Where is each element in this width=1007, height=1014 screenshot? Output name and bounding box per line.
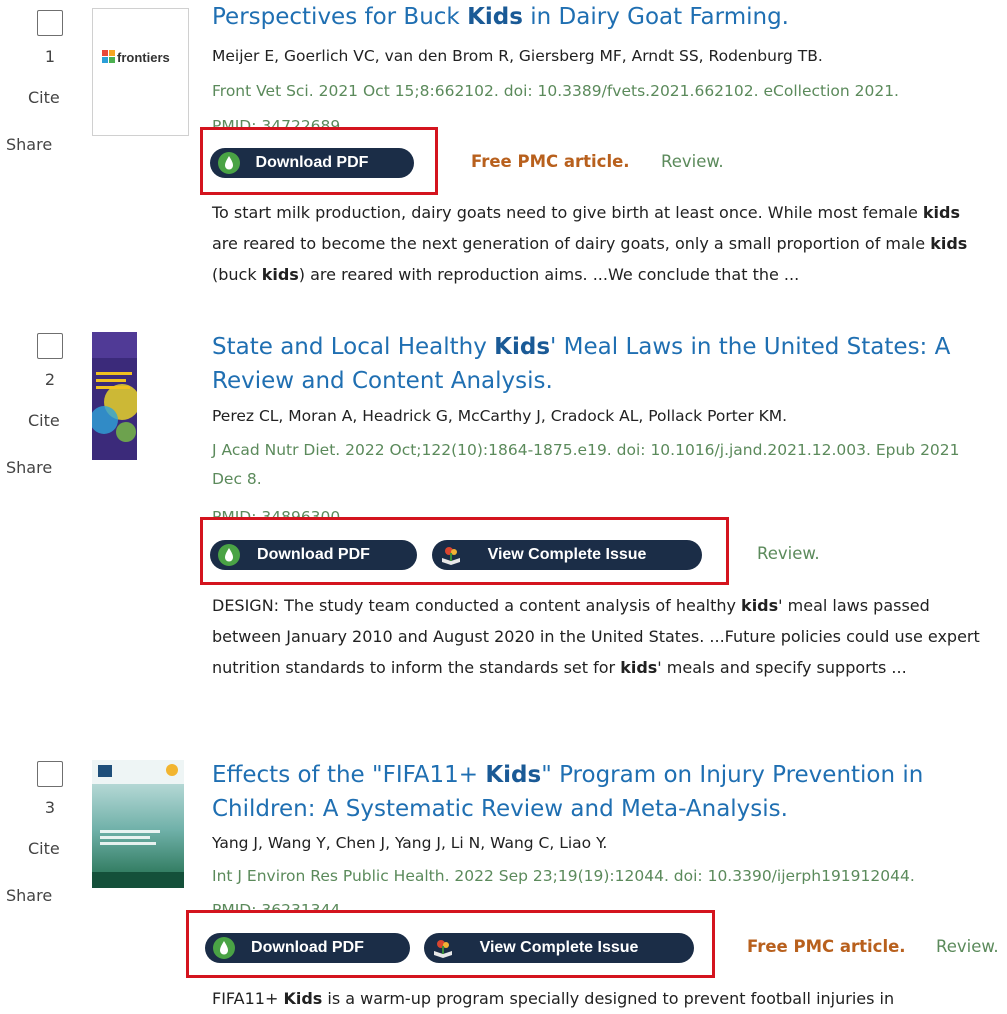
free-pmc-link[interactable]: Free PMC article. (471, 152, 630, 171)
abstract-snippet: To start milk production, dairy goats ne… (212, 203, 968, 284)
journal-cover-image (92, 760, 184, 888)
button-label: View Complete Issue (487, 546, 647, 563)
article-thumbnail[interactable] (92, 760, 184, 888)
authors: Yang J, Wang Y, Chen J, Yang J, Li N, Wa… (212, 834, 608, 852)
title-text: in Dairy Goat Farming. (522, 4, 789, 30)
view-complete-issue-button[interactable]: View Complete Issue (424, 933, 694, 963)
button-label: Download PDF (257, 546, 370, 563)
share-button[interactable]: Share (6, 458, 52, 477)
button-label: Download PDF (251, 939, 364, 956)
abstract-snippet: FIFA11+ Kids is a warm-up program specia… (212, 989, 895, 1008)
cite-button[interactable]: Cite (28, 411, 60, 430)
title-text: Effects of the "FIFA11+ (212, 762, 486, 788)
pmid: PMID: 34722689 (212, 117, 341, 127)
article-thumbnail[interactable] (92, 332, 137, 460)
free-pmc-link[interactable]: Free PMC article. (747, 937, 906, 956)
title-text: Perspectives for Buck (212, 4, 468, 30)
frontiers-logo-text: frontiers (117, 50, 170, 65)
abstract-snippet: DESIGN: The study team conducted a conte… (212, 596, 980, 677)
download-pdf-button[interactable]: Download PDF (205, 933, 410, 963)
cite-button[interactable]: Cite (28, 839, 60, 858)
drop-icon (218, 152, 240, 174)
article-title-link[interactable]: State and Local Healthy Kids' Meal Laws … (212, 330, 1001, 398)
download-pdf-button[interactable]: Download PDF (210, 148, 414, 178)
citation: Int J Environ Res Public Health. 2022 Se… (212, 867, 915, 885)
citation: Front Vet Sci. 2021 Oct 15;8:662102. doi… (212, 82, 899, 100)
authors: Perez CL, Moran A, Headrick G, McCarthy … (212, 407, 788, 425)
open-book-icon (434, 940, 452, 958)
share-button[interactable]: Share (6, 886, 52, 905)
result-number: 3 (44, 798, 56, 817)
journal-cover-image (92, 332, 137, 460)
authors: Meijer E, Goerlich VC, van den Brom R, G… (212, 47, 823, 65)
select-checkbox[interactable] (37, 333, 63, 359)
title-keyword: Kids (467, 4, 523, 30)
open-book-icon (442, 547, 460, 565)
review-badge: Review. (757, 544, 820, 563)
title-keyword: Kids (494, 334, 551, 360)
select-checkbox[interactable] (37, 10, 63, 36)
drop-icon (218, 544, 240, 566)
title-text: State and Local Healthy (212, 334, 495, 360)
citation: J Acad Nutr Diet. 2022 Oct;122(10):1864-… (212, 441, 960, 488)
review-badge: Review. (661, 152, 724, 171)
view-complete-issue-button[interactable]: View Complete Issue (432, 540, 702, 570)
result-number: 2 (44, 370, 56, 389)
button-label: View Complete Issue (479, 939, 639, 956)
frontiers-logo: frontiers (102, 50, 170, 65)
share-button[interactable]: Share (6, 135, 52, 154)
article-thumbnail[interactable]: frontiers (92, 8, 189, 136)
article-title-link[interactable]: Effects of the "FIFA11+ Kids" Program on… (212, 758, 1001, 826)
download-pdf-button[interactable]: Download PDF (210, 540, 417, 570)
title-keyword: Kids (485, 762, 542, 788)
cite-button[interactable]: Cite (28, 88, 60, 107)
drop-icon (213, 937, 235, 959)
select-checkbox[interactable] (37, 761, 63, 787)
button-label: Download PDF (255, 154, 369, 171)
review-badge: Review. (936, 937, 999, 956)
article-title-link[interactable]: Perspectives for Buck Kids in Dairy Goat… (212, 0, 1001, 34)
result-number: 1 (44, 47, 56, 66)
